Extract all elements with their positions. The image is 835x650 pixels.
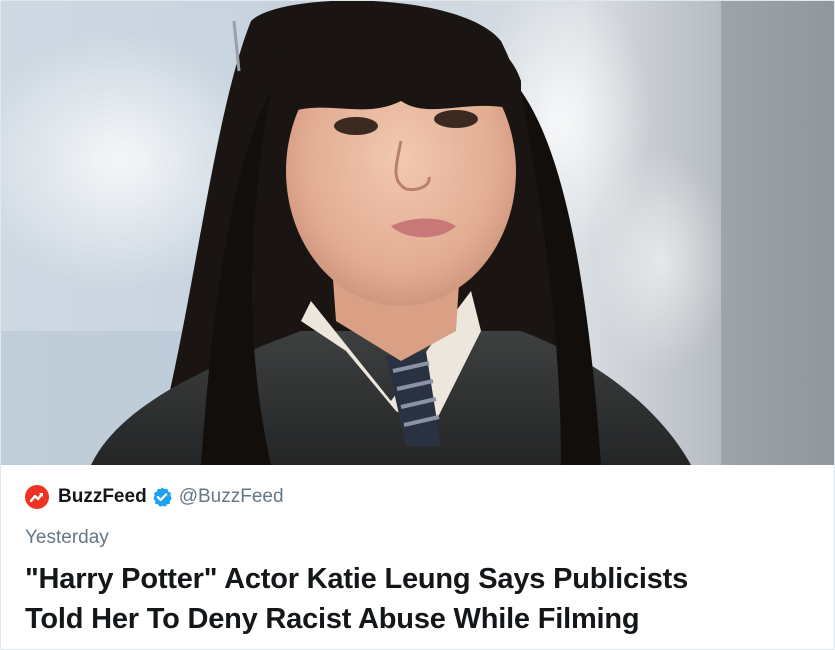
tweet-meta: BuzzFeed @BuzzFeed Yesterday "Harry Pott… bbox=[25, 481, 814, 639]
author-row[interactable]: BuzzFeed @BuzzFeed bbox=[25, 481, 814, 513]
article-photo[interactable] bbox=[1, 1, 834, 465]
timestamp[interactable]: Yesterday bbox=[25, 527, 814, 549]
buzzfeed-trending-arrow-icon[interactable] bbox=[25, 485, 49, 509]
author-name[interactable]: BuzzFeed bbox=[58, 486, 147, 508]
author-handle[interactable]: @BuzzFeed bbox=[179, 486, 284, 508]
tweet-card[interactable]: BuzzFeed @BuzzFeed Yesterday "Harry Pott… bbox=[0, 0, 835, 650]
article-headline[interactable]: "Harry Potter" Actor Katie Leung Says Pu… bbox=[25, 559, 814, 639]
verified-badge-icon bbox=[151, 486, 173, 508]
